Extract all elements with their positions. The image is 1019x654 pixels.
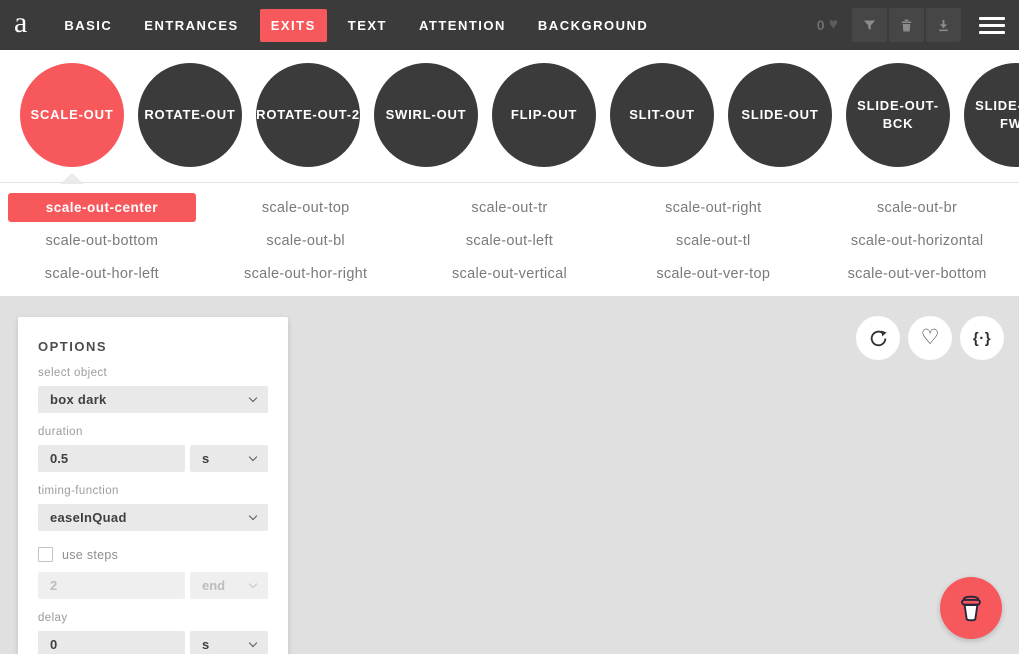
main-nav: BASIC ENTRANCES EXITS TEXT ATTENTION BAC… <box>53 9 659 42</box>
preview-area: OPTIONS select object box dark duration … <box>0 296 1019 654</box>
select-object-value: box dark <box>50 392 107 407</box>
chevron-down-icon <box>249 580 257 588</box>
download-button[interactable] <box>926 8 961 42</box>
steps-position-value: end <box>202 578 225 593</box>
duration-input[interactable] <box>38 445 185 472</box>
category-label: ROTATE-OUT <box>144 106 235 124</box>
nav-actions: 0 ♥ <box>817 8 1005 42</box>
variant-scale-out-bottom[interactable]: scale-out-bottom <box>46 233 159 249</box>
variant-scale-out-tr[interactable]: scale-out-tr <box>471 200 547 216</box>
top-nav: a BASIC ENTRANCES EXITS TEXT ATTENTION B… <box>0 0 1019 50</box>
variant-scale-out-ver-top[interactable]: scale-out-ver-top <box>656 266 770 282</box>
category-label: SLIDE-OUT <box>741 106 818 124</box>
steps-count-input[interactable] <box>38 572 185 599</box>
preview-actions: ♡ {·} <box>856 316 1004 360</box>
category-rotate-out[interactable]: ROTATE-OUT <box>138 63 242 167</box>
delay-label: delay <box>38 612 268 624</box>
chevron-down-icon <box>249 512 257 520</box>
category-strip: SCALE-OUT ROTATE-OUT ROTATE-OUT-2 SWIRL-… <box>0 50 1019 183</box>
variant-scale-out-center[interactable]: scale-out-center <box>8 193 196 222</box>
nav-background[interactable]: BACKGROUND <box>527 9 659 42</box>
category-label: FLIP-OUT <box>511 106 577 124</box>
options-panel: OPTIONS select object box dark duration … <box>18 317 288 654</box>
variant-scale-out-hor-right[interactable]: scale-out-hor-right <box>244 266 367 282</box>
select-object-dropdown[interactable]: box dark <box>38 386 268 413</box>
variant-scale-out-vertical[interactable]: scale-out-vertical <box>452 266 567 282</box>
timing-function-value: easeInQuad <box>50 510 127 525</box>
variant-grid: scale-out-center scale-out-top scale-out… <box>0 183 1019 296</box>
category-label: SLIT-OUT <box>629 106 695 124</box>
category-slide-out[interactable]: SLIDE-OUT <box>728 63 832 167</box>
category-label: SLIDE-OUT- <box>975 97 1019 115</box>
nav-entrances[interactable]: ENTRANCES <box>133 9 249 42</box>
category-label: SWIRL-OUT <box>386 106 467 124</box>
chevron-down-icon <box>249 394 257 402</box>
variant-scale-out-bl[interactable]: scale-out-bl <box>266 233 345 249</box>
select-object-label: select object <box>38 367 268 379</box>
delay-unit-dropdown[interactable]: s <box>190 631 268 654</box>
favorite-button[interactable]: ♡ <box>908 316 952 360</box>
category-label: ROTATE-OUT-2 <box>256 106 360 124</box>
timing-function-label: timing-function <box>38 485 268 497</box>
favorites-counter: 0 ♥ <box>817 16 838 34</box>
delay-input[interactable] <box>38 631 185 654</box>
category-label: SCALE-OUT <box>30 106 113 124</box>
variant-scale-out-left[interactable]: scale-out-left <box>466 233 553 249</box>
timing-function-dropdown[interactable]: easeInQuad <box>38 504 268 531</box>
duration-unit-value: s <box>202 451 209 466</box>
filter-icon <box>862 18 877 33</box>
trash-icon <box>899 18 914 33</box>
filter-button[interactable] <box>852 8 887 42</box>
category-label: FWD <box>1000 115 1019 133</box>
steps-position-dropdown[interactable]: end <box>190 572 268 599</box>
chevron-down-icon <box>249 639 257 647</box>
coffee-cup-icon <box>954 591 988 625</box>
delete-button[interactable] <box>889 8 924 42</box>
duration-unit-dropdown[interactable]: s <box>190 445 268 472</box>
variant-scale-out-hor-left[interactable]: scale-out-hor-left <box>45 266 159 282</box>
nav-text[interactable]: TEXT <box>337 9 398 42</box>
menu-button[interactable] <box>979 17 1005 34</box>
menu-bar <box>979 31 1005 34</box>
refresh-icon <box>868 328 889 349</box>
heart-outline-icon: ♡ <box>921 327 940 348</box>
generate-code-button[interactable]: {·} <box>960 316 1004 360</box>
favorites-count-value: 0 <box>817 17 825 33</box>
logo[interactable]: a <box>14 8 27 38</box>
category-label: SLIDE-OUT- <box>857 97 939 115</box>
selected-category-pointer <box>60 173 84 184</box>
variant-scale-out-tl[interactable]: scale-out-tl <box>676 233 751 249</box>
options-title: OPTIONS <box>38 339 268 354</box>
variant-scale-out-right[interactable]: scale-out-right <box>665 200 761 216</box>
menu-bar <box>979 17 1005 20</box>
category-flip-out[interactable]: FLIP-OUT <box>492 63 596 167</box>
nav-attention[interactable]: ATTENTION <box>408 9 517 42</box>
download-icon <box>936 18 951 33</box>
buy-coffee-button[interactable] <box>940 577 1002 639</box>
duration-label: duration <box>38 426 268 438</box>
category-label: BCK <box>883 115 914 133</box>
category-scale-out[interactable]: SCALE-OUT <box>20 63 124 167</box>
category-slit-out[interactable]: SLIT-OUT <box>610 63 714 167</box>
nav-exits[interactable]: EXITS <box>260 9 327 42</box>
category-swirl-out[interactable]: SWIRL-OUT <box>374 63 478 167</box>
use-steps-label: use steps <box>62 548 118 562</box>
replay-button[interactable] <box>856 316 900 360</box>
category-slide-out-fwd[interactable]: SLIDE-OUT-FWD <box>964 63 1019 167</box>
use-steps-checkbox[interactable] <box>38 547 53 562</box>
category-slide-out-bck[interactable]: SLIDE-OUT-BCK <box>846 63 950 167</box>
category-rotate-out-2[interactable]: ROTATE-OUT-2 <box>256 63 360 167</box>
variant-scale-out-br[interactable]: scale-out-br <box>877 200 957 216</box>
chevron-down-icon <box>249 453 257 461</box>
delay-unit-value: s <box>202 637 209 652</box>
variant-scale-out-horizontal[interactable]: scale-out-horizontal <box>851 233 984 249</box>
nav-basic[interactable]: BASIC <box>53 9 123 42</box>
variant-scale-out-top[interactable]: scale-out-top <box>262 200 350 216</box>
heart-icon: ♥ <box>829 16 839 34</box>
menu-bar <box>979 24 1005 27</box>
variant-scale-out-ver-bottom[interactable]: scale-out-ver-bottom <box>848 266 987 282</box>
code-icon: {·} <box>973 330 991 347</box>
